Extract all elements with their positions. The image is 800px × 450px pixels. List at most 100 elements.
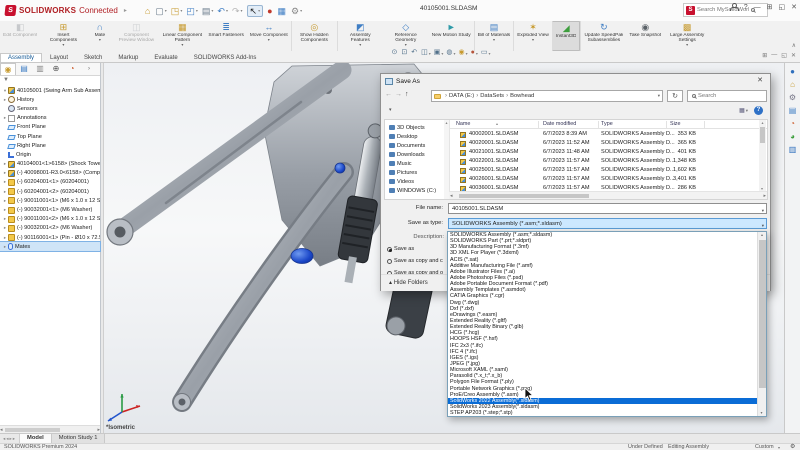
ribbon-tab[interactable]: Markup [110, 53, 146, 62]
column-type[interactable]: Type [601, 121, 613, 127]
view-tool-button[interactable]: ▣ ▾ [434, 49, 444, 57]
ribbon-button[interactable]: ▤ Bill of Materials ▾ [473, 21, 514, 51]
quick-access-icon[interactable]: ◰ ▾ [186, 6, 198, 16]
task-pane-tab-icon[interactable]: ⌂ [790, 78, 795, 91]
feature-tree-item[interactable]: ▸ (-) 40098001-R3.0<6158> (Complete... [0, 169, 100, 178]
feature-tree-item[interactable]: ▾ 40105001 (Swing Arm Sub Assembly) [0, 86, 100, 95]
ribbon-button[interactable]: ► New Motion Study [429, 21, 474, 51]
status-units-custom[interactable]: Custom [755, 444, 774, 450]
panel-tab[interactable]: ◔ [64, 63, 80, 75]
file-row[interactable]: 40002001.SLDASM 6/7/2023 8:39 AM SOLIDWO… [450, 130, 758, 139]
feature-tree-item[interactable]: Front Plane [0, 123, 100, 132]
doc-grid-icon[interactable]: ⊞ [762, 52, 767, 59]
panel-tab[interactable]: ◉ [0, 63, 16, 75]
file-row[interactable]: 40021001.SLDASM 6/7/2023 11:48 AM SOLIDW… [450, 148, 758, 157]
feature-tree-item[interactable]: Right Plane [0, 141, 100, 150]
layout-grid-icon[interactable]: ⊞ [767, 3, 773, 11]
breadcrumb-segment[interactable]: Bowhead [510, 93, 534, 99]
view-tool-button[interactable]: ⊡ [401, 49, 408, 57]
file-row[interactable]: 40025001.SLDASM 6/7/2023 11:57 AM SOLIDW… [450, 166, 758, 175]
quick-access-icon[interactable]: ↷ ▾ [232, 6, 243, 16]
combo-caret-icon[interactable]: ▾ [762, 206, 764, 213]
ribbon-tab[interactable]: Evaluate [146, 53, 185, 62]
dialog-help-icon[interactable]: ? [754, 106, 763, 115]
task-pane-tab-icon[interactable]: ⚙ [789, 91, 796, 104]
feature-tree-item[interactable]: ▸ (-) 90011001<1> (M6 x 1.0 x 12 SKT C..… [0, 196, 100, 205]
ribbon-button[interactable]: ◧ Edit Component [0, 21, 40, 51]
quick-access-icon[interactable]: ▤ ▾ [202, 6, 214, 16]
panel-tabs-overflow-icon[interactable]: › [88, 63, 92, 75]
quick-access-icon[interactable]: ⚙ ▾ [291, 6, 302, 16]
quick-access-icon[interactable]: ↖ ▾ [246, 4, 264, 17]
ribbon-button[interactable]: ◢ Instant3D [551, 21, 581, 51]
ribbon-button[interactable]: ∩ Mate ▾ [86, 21, 113, 51]
feature-tree-item[interactable]: Sensors [0, 104, 100, 113]
breadcrumb-segment[interactable]: DataSets [480, 93, 504, 99]
scroll-left-icon[interactable]: ◂ [450, 193, 453, 199]
scrollbar-thumb[interactable] [459, 194, 589, 198]
tree-horizontal-scrollbar[interactable]: ◂ ▸ [0, 425, 100, 433]
quick-access-icon[interactable]: ◳ ▾ [171, 6, 183, 16]
ribbon-tab[interactable]: Assembly [0, 53, 43, 62]
tree-filter-row[interactable]: ▼ [0, 76, 100, 85]
feature-tree-item[interactable]: ▸ 40104001<1>6158> (Shock Tower Asse... [0, 160, 100, 169]
quick-access-icon[interactable]: ↶ ▾ [217, 6, 228, 16]
ribbon-tab[interactable]: Layout [42, 53, 76, 62]
dialog-search-box[interactable] [687, 90, 767, 102]
bottom-tab[interactable]: Model [20, 434, 52, 443]
ribbon-button[interactable]: ↔ Move Component ▾ [247, 21, 291, 51]
user-account-icon[interactable] [729, 3, 739, 11]
view-tool-button[interactable]: ▭ ▾ [481, 49, 491, 57]
save-as-copy-continue-radio[interactable]: Save as copy and c [387, 258, 447, 264]
sidebar-place-item[interactable]: Desktop [386, 132, 443, 141]
save-as-type-combo[interactable]: SOLIDWORKS Assembly (*.asm;*.sldasm) ▾ [448, 218, 767, 229]
quick-access-icon[interactable]: ▦ [278, 6, 288, 16]
dropdown-scrollbar[interactable]: ▴ ▾ [757, 232, 766, 416]
scroll-left-icon[interactable]: ◂ [0, 427, 3, 433]
sidebar-place-item[interactable]: Documents [386, 141, 443, 150]
ribbon-tab[interactable]: Sketch [76, 53, 110, 62]
file-list-horizontal-scrollbar[interactable]: ◂ ▸ [449, 191, 767, 199]
task-pane-tab-icon[interactable]: ◕ [790, 130, 795, 143]
ribbon-button[interactable]: ▩ Large Assembly Settings ▾ [664, 21, 710, 51]
ribbon-button[interactable]: ↻ Update SpeedPak Subassemblies [580, 21, 626, 51]
view-mode-button[interactable]: ▦ ▾ [739, 107, 748, 115]
column-name[interactable]: Name [456, 121, 470, 127]
up-one-level-icon[interactable]: ↑ [405, 91, 409, 98]
feature-tree-item[interactable]: Origin [0, 150, 100, 159]
task-pane-tab-icon[interactable]: ◔ [790, 117, 795, 130]
feature-tree-item[interactable]: ▸ (-) 60204001<2> (60204001) [0, 187, 100, 196]
scroll-right-icon[interactable]: ▸ [763, 193, 766, 199]
dialog-close-button[interactable]: ✕ [750, 74, 770, 88]
status-gear-icon[interactable]: ⚙ [790, 444, 795, 450]
column-size[interactable]: Size [670, 121, 681, 127]
ribbon-button[interactable]: ▦ Linear Component Pattern ▾ [159, 21, 205, 51]
feature-tree-item[interactable]: ▸ Annotations [0, 114, 100, 123]
filter-funnel-icon[interactable]: ▼ [3, 77, 9, 83]
feature-tree-item[interactable]: ▸ (-) 60204001<1> (60204001) [0, 178, 100, 187]
view-tool-button[interactable]: ↶ [411, 49, 418, 57]
ribbon-button[interactable]: ◫ Component Preview Window [113, 21, 159, 51]
feature-tree-item[interactable]: ▸ History [0, 95, 100, 104]
forward-icon[interactable]: → [395, 91, 402, 98]
address-dropdown-caret-icon[interactable]: ▾ [658, 93, 660, 99]
combo-caret-icon[interactable]: ▾ [762, 221, 764, 228]
feature-tree-item[interactable]: ▸ (-) 90032001<2> (M6 Washer) [0, 224, 100, 233]
ribbon-collapse-icon[interactable]: ∧ [792, 42, 796, 49]
sidebar-place-item[interactable]: Downloads [386, 150, 443, 159]
sidebar-place-item[interactable]: Music [386, 159, 443, 168]
units-caret-icon[interactable]: ▾ [778, 444, 780, 450]
scrollbar-thumb[interactable] [4, 427, 60, 432]
doc-minimize-icon[interactable]: — [771, 52, 777, 59]
panel-tab[interactable]: ⊕ [48, 63, 64, 75]
save-as-radio[interactable]: Save as [387, 246, 447, 252]
restore-button[interactable]: ◱ [779, 3, 786, 11]
task-pane-tab-icon[interactable]: ● [790, 65, 795, 78]
breadcrumb-segment[interactable]: DATA (E:) [449, 93, 474, 99]
doc-restore-icon[interactable]: ◱ [781, 52, 787, 59]
brand-menu-caret-icon[interactable]: ▸ [124, 7, 127, 14]
close-button[interactable]: ✕ [791, 3, 797, 11]
quick-access-icon[interactable]: ⌂ [145, 6, 151, 16]
file-list-vertical-scrollbar[interactable]: ▴ ▾ [759, 120, 766, 191]
sidebar-place-item[interactable]: 3D Objects [386, 123, 443, 132]
